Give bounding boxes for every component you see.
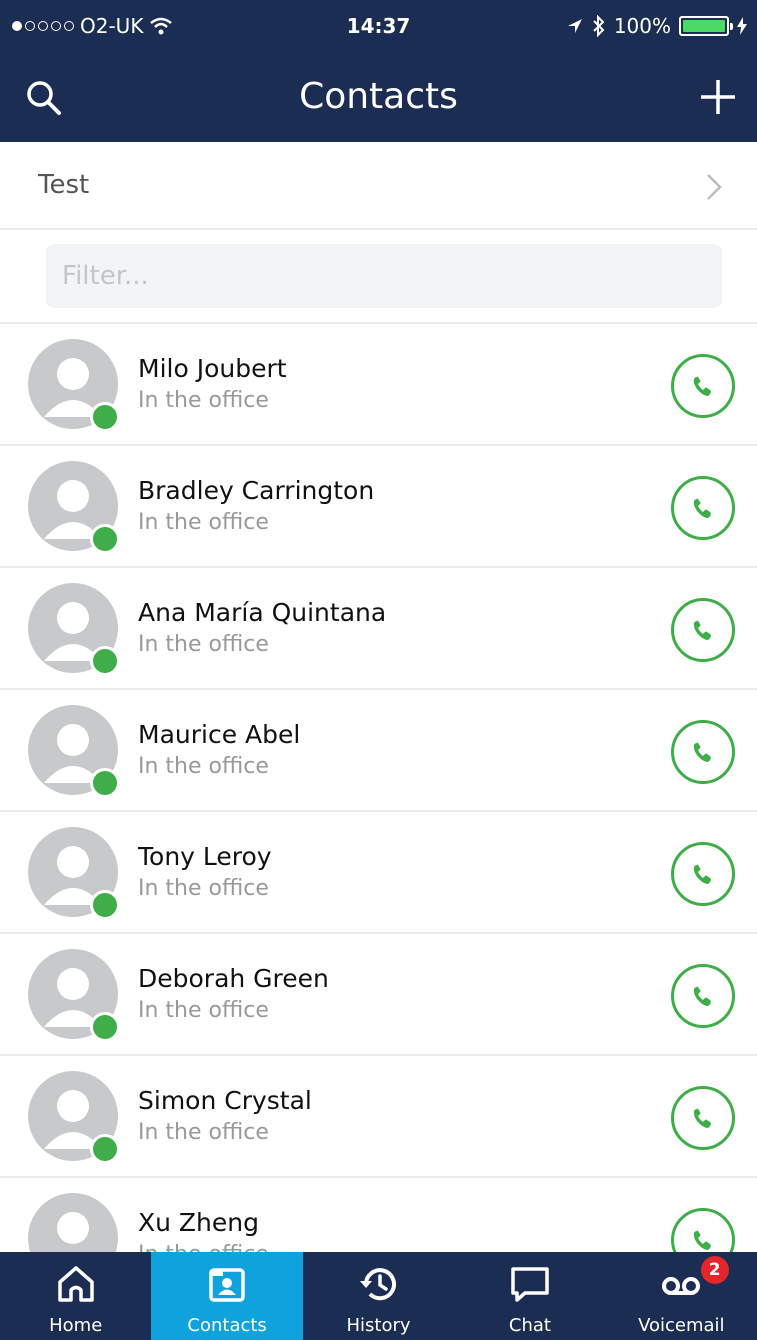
battery-icon <box>679 16 733 36</box>
voicemail-icon <box>662 1277 701 1295</box>
contact-status: In the office <box>138 1120 269 1145</box>
contact-name: Maurice Abel <box>138 720 301 749</box>
history-icon <box>359 1268 396 1301</box>
contacts-icon <box>209 1268 245 1302</box>
contact-row[interactable]: Ana María Quintana In the office <box>0 568 757 690</box>
call-button[interactable] <box>671 1208 735 1252</box>
location-arrow-icon <box>567 19 582 33</box>
contact-name: Bradley Carrington <box>138 476 375 505</box>
phone-icon <box>693 620 711 640</box>
tab-history[interactable]: History <box>303 1252 454 1340</box>
battery-percent: 100% <box>613 14 671 38</box>
tab-contacts[interactable]: Contacts <box>151 1252 303 1340</box>
contact-name: Tony Leroy <box>138 842 272 871</box>
voicemail-badge: 2 <box>700 1256 729 1284</box>
contact-row[interactable]: Maurice Abel In the office <box>0 690 757 812</box>
tab-home-label: Home <box>49 1315 103 1336</box>
presence-indicator <box>90 646 120 676</box>
presence-indicator <box>90 1012 120 1042</box>
contact-status: In the office <box>138 632 269 657</box>
presence-indicator <box>90 768 120 798</box>
app-header: Contacts <box>0 52 757 142</box>
charging-icon <box>737 17 747 35</box>
chevron-right-icon <box>707 174 722 200</box>
call-button[interactable] <box>671 354 735 418</box>
contact-status: In the office <box>138 510 269 535</box>
filter-section <box>0 232 757 324</box>
tab-voicemail[interactable]: 2 Voicemail <box>606 1252 757 1340</box>
chat-icon <box>511 1267 549 1302</box>
tab-history-label: History <box>346 1315 411 1336</box>
call-button[interactable] <box>671 476 735 540</box>
contact-name: Ana María Quintana <box>138 598 387 627</box>
contact-name: Xu Zheng <box>138 1208 259 1237</box>
phone-icon <box>693 1108 711 1128</box>
group-label: Test <box>38 170 90 200</box>
contact-row[interactable]: Xu Zheng In the office <box>0 1178 757 1252</box>
tab-voicemail-label: Voicemail <box>638 1315 725 1336</box>
tab-chat-label: Chat <box>508 1315 551 1336</box>
contact-status: In the office <box>138 754 269 779</box>
phone-icon <box>693 376 711 396</box>
tab-contacts-label: Contacts <box>187 1315 267 1336</box>
top-bar: O2-UK 14:37 100% Contacts <box>0 0 757 142</box>
plus-icon[interactable] <box>697 76 739 118</box>
call-button[interactable] <box>671 842 735 906</box>
contact-status: In the office <box>138 388 269 413</box>
contact-status: In the office <box>138 998 269 1023</box>
presence-indicator <box>90 1134 120 1164</box>
bluetooth-icon <box>593 15 605 37</box>
call-button[interactable] <box>671 598 735 662</box>
avatar-placeholder-icon <box>57 1212 89 1244</box>
contact-row[interactable]: Deborah Green In the office <box>0 934 757 1056</box>
presence-indicator <box>90 524 120 554</box>
contact-list: Milo Joubert In the office Bradley Carring… <box>0 324 757 1252</box>
contact-name: Simon Crystal <box>138 1086 312 1115</box>
contact-status: In the office <box>138 1242 269 1252</box>
contact-group-row[interactable]: Test <box>0 142 757 230</box>
call-button[interactable] <box>671 964 735 1028</box>
tab-home[interactable]: Home <box>0 1252 151 1340</box>
battery-level <box>683 20 725 32</box>
home-icon <box>57 1266 94 1302</box>
presence-indicator <box>90 402 120 432</box>
phone-icon <box>693 1230 711 1250</box>
avatar <box>28 1193 118 1252</box>
contact-row[interactable]: Bradley Carrington In the office <box>0 446 757 568</box>
tab-bar: Home Contacts History Chat 2 Voicemail <box>0 1252 757 1340</box>
contact-row[interactable]: Simon Crystal In the office <box>0 1056 757 1178</box>
phone-icon <box>693 864 711 884</box>
contact-name: Deborah Green <box>138 964 329 993</box>
contact-row[interactable]: Milo Joubert In the office <box>0 324 757 446</box>
phone-icon <box>693 742 711 762</box>
phone-icon <box>693 986 711 1006</box>
tab-chat[interactable]: Chat <box>454 1252 605 1340</box>
filter-input[interactable] <box>46 244 722 308</box>
page-title: Contacts <box>299 76 458 117</box>
call-button[interactable] <box>671 720 735 784</box>
presence-indicator <box>90 890 120 920</box>
status-right: 100% <box>566 14 747 38</box>
contact-status: In the office <box>138 876 269 901</box>
call-button[interactable] <box>671 1086 735 1150</box>
phone-icon <box>693 498 711 518</box>
status-bar: O2-UK 14:37 100% <box>0 0 757 52</box>
contact-name: Milo Joubert <box>138 354 287 383</box>
contact-row[interactable]: Tony Leroy In the office <box>0 812 757 934</box>
